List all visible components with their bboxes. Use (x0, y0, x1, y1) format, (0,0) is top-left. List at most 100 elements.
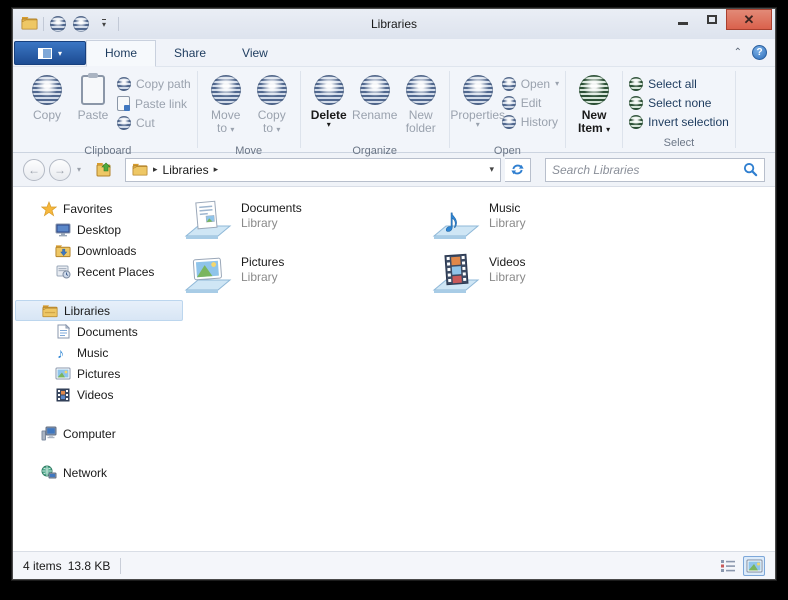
open-button[interactable]: Open ▾ (502, 77, 559, 91)
breadcrumb-folder-icon (132, 163, 148, 176)
ribbon-group-move: Move to ▾ Copy to ▾ Move (198, 67, 300, 152)
up-one-level-button[interactable] (93, 159, 115, 181)
item-name: Videos (489, 252, 526, 270)
delete-button[interactable]: Delete ▾ (307, 71, 351, 143)
ribbon-group-clipboard: Copy Paste Copy path Paste link (19, 67, 197, 152)
delete-icon (314, 75, 344, 105)
invert-selection-icon (629, 115, 643, 129)
titlebar: ▾ Libraries ✕ (13, 9, 775, 39)
sidebar-item-videos[interactable]: Videos (15, 384, 183, 405)
thumbnail-view-button[interactable] (743, 556, 765, 576)
copy-to-button[interactable]: Copy to ▾ (250, 71, 294, 143)
window-title: Libraries (13, 17, 775, 31)
sidebar-item-downloads[interactable]: Downloads (15, 240, 183, 261)
copy-path-button[interactable]: Copy path (117, 77, 191, 91)
titlebar-separator (43, 17, 44, 31)
cut-icon (117, 116, 131, 130)
rename-button[interactable]: Rename (353, 71, 397, 143)
address-bar[interactable]: ▸ Libraries ▸ ▾ (125, 158, 501, 182)
select-all-button[interactable]: Select all (629, 77, 729, 91)
copy-button[interactable]: Copy (25, 71, 69, 143)
library-tile-videos[interactable]: Videos Library (431, 252, 526, 298)
dropdown-caret-icon: ▾ (555, 81, 559, 87)
file-menu-icon (38, 48, 52, 59)
tab-share[interactable]: Share (156, 41, 224, 66)
close-button[interactable]: ✕ (726, 9, 772, 30)
main-area: Favorites Desktop Downloads Recent Place… (13, 188, 775, 551)
sidebar-item-desktop[interactable]: Desktop (15, 219, 183, 240)
tab-view[interactable]: View (224, 41, 286, 66)
dropdown-caret-icon: ▾ (327, 122, 331, 128)
music-note-icon: ♪ (55, 345, 71, 361)
computer-icon (41, 426, 57, 442)
select-none-button[interactable]: Select none (629, 96, 729, 110)
qat-button-1[interactable] (49, 15, 67, 33)
new-item-button[interactable]: New Item ▾ (572, 71, 616, 143)
recent-locations-caret-icon[interactable]: ▾ (77, 165, 81, 174)
address-dropdown-caret-icon[interactable]: ▾ (489, 164, 494, 175)
minimize-ribbon-icon[interactable]: ⌃ (734, 48, 742, 58)
sidebar-item-network[interactable]: Network (15, 462, 183, 483)
invert-selection-button[interactable]: Invert selection (629, 115, 729, 129)
move-to-button[interactable]: Move to ▾ (204, 71, 248, 143)
copy-to-icon (257, 75, 287, 105)
properties-button[interactable]: Properties ▾ (456, 71, 500, 143)
breadcrumb-item-libraries[interactable]: Libraries (163, 163, 209, 177)
item-name: Pictures (241, 252, 284, 270)
paste-button[interactable]: Paste (71, 71, 115, 143)
new-folder-icon (406, 75, 436, 105)
navigation-pane: Favorites Desktop Downloads Recent Place… (13, 198, 185, 483)
cut-button[interactable]: Cut (117, 116, 191, 130)
minimize-button[interactable] (668, 9, 697, 30)
pictures-library-icon (183, 252, 233, 298)
search-box (545, 158, 765, 182)
thumbnail-view-icon (746, 559, 763, 573)
new-folder-button[interactable]: New folder (399, 71, 443, 143)
qat-customize-caret-icon[interactable]: ▾ (95, 15, 113, 33)
open-icon (502, 77, 516, 91)
select-all-icon (629, 77, 643, 91)
svg-text:♪: ♪ (443, 202, 460, 240)
sidebar-item-favorites[interactable]: Favorites (15, 198, 183, 219)
tab-home[interactable]: Home (86, 40, 156, 67)
ribbon-group-new: New Item ▾ (566, 67, 622, 152)
maximize-button[interactable] (697, 9, 726, 30)
history-button[interactable]: History (502, 115, 559, 129)
help-icon[interactable]: ? (752, 45, 767, 60)
file-menu-button[interactable]: ▾ (14, 41, 86, 65)
search-input[interactable] (552, 163, 743, 177)
details-view-icon (720, 559, 736, 573)
sidebar-item-recent-places[interactable]: Recent Places (15, 261, 183, 282)
ribbon-home: Copy Paste Copy path Paste link (13, 67, 775, 153)
recent-places-icon (55, 264, 71, 280)
sidebar-item-libraries[interactable]: Libraries (15, 300, 183, 321)
library-tile-music[interactable]: ♪ Music Library (431, 198, 526, 244)
sidebar-item-documents[interactable]: Documents (15, 321, 183, 342)
sidebar-item-pictures[interactable]: Pictures (15, 363, 183, 384)
ribbon-group-organize: Delete ▾ Rename New folder Organize (301, 67, 449, 152)
sidebar-item-music[interactable]: ♪ Music (15, 342, 183, 363)
total-size: 13.8 KB (68, 559, 111, 573)
sidebar-item-computer[interactable]: Computer (15, 423, 183, 444)
breadcrumb-arrow-icon[interactable]: ▸ (214, 164, 219, 175)
select-none-icon (629, 96, 643, 110)
refresh-button[interactable] (505, 158, 531, 182)
qat-button-2[interactable] (72, 15, 90, 33)
back-button[interactable]: ← (23, 159, 45, 181)
details-view-button[interactable] (717, 556, 739, 576)
library-tile-pictures[interactable]: Pictures Library (183, 252, 284, 298)
film-icon (55, 387, 71, 403)
dropdown-caret-icon: ▾ (58, 49, 62, 58)
search-icon[interactable] (743, 162, 758, 177)
paste-link-button[interactable]: Paste link (117, 96, 191, 111)
forward-button[interactable]: → (49, 159, 71, 181)
edit-button[interactable]: Edit (502, 96, 559, 110)
library-tile-documents[interactable]: Documents Library (183, 198, 302, 244)
paste-link-icon (117, 96, 130, 111)
breadcrumb-arrow-icon[interactable]: ▸ (153, 164, 158, 175)
document-icon (55, 324, 71, 340)
titlebar-separator (118, 17, 119, 31)
ribbon-tab-row: ▾ Home Share View ⌃ ? (13, 39, 775, 67)
new-item-icon (579, 75, 609, 105)
desktop-icon (55, 222, 71, 238)
